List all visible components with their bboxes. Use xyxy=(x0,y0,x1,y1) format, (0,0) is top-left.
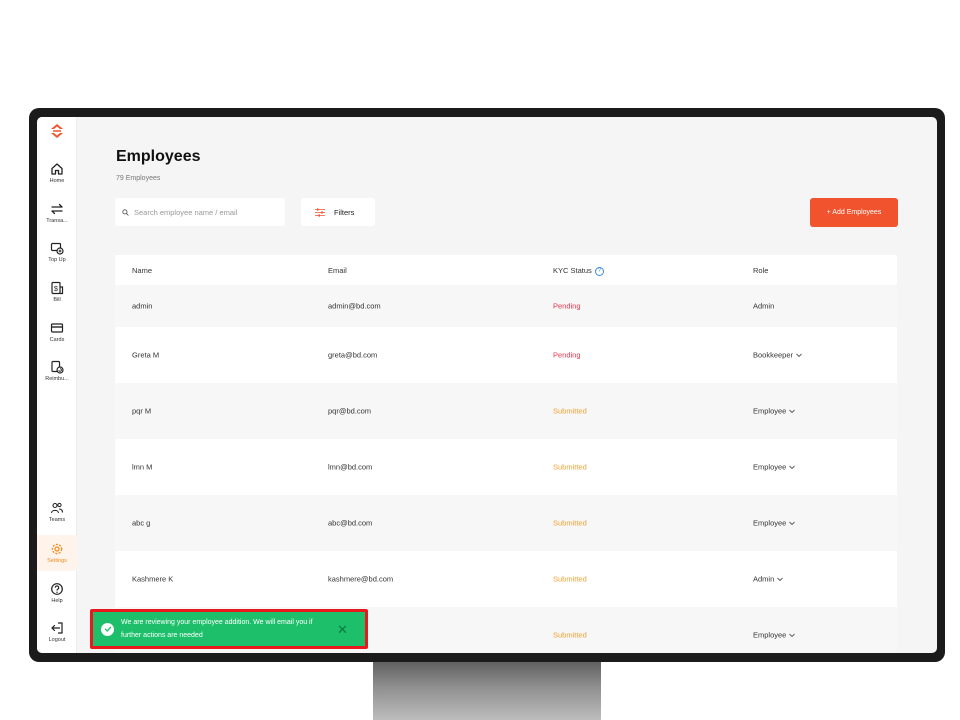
employee-name: Greta M xyxy=(132,350,160,360)
kyc-status-badge: Submitted xyxy=(553,518,587,528)
kyc-status-badge: Submitted xyxy=(553,630,587,640)
sidebar: Home Transa... Top Up $ Bill Cards Reimb… xyxy=(37,117,77,653)
employee-name: abc g xyxy=(132,518,151,528)
role-value: Employee xyxy=(753,462,787,472)
sidebar-item-label: Logout xyxy=(48,637,66,643)
column-header-role[interactable]: Role xyxy=(753,266,768,275)
sidebar-item-logout[interactable]: Logout xyxy=(37,614,77,650)
sidebar-item-label: Help xyxy=(51,598,63,604)
kyc-status-badge: Pending xyxy=(553,301,581,311)
sidebar-item-bill[interactable]: $ Bill xyxy=(37,274,77,310)
chevron-down-icon xyxy=(789,465,796,470)
column-header-kyc-status: KYC Status? xyxy=(553,266,604,276)
kyc-status-badge: Pending xyxy=(553,350,581,360)
topup-icon xyxy=(50,242,64,255)
chevron-down-icon xyxy=(789,521,796,526)
logout-icon xyxy=(51,622,63,634)
card-icon xyxy=(50,323,64,333)
role-value: Employee xyxy=(753,406,787,416)
employee-email: abc@bd.com xyxy=(328,518,373,528)
sidebar-item-help[interactable]: Help xyxy=(37,575,77,611)
sidebar-item-home[interactable]: Home xyxy=(37,155,77,191)
sidebar-item-label: Reimbu... xyxy=(45,376,69,382)
role-dropdown[interactable]: Employee xyxy=(753,462,796,472)
table-row[interactable]: Kashmere K kashmere@bd.com Submitted Adm… xyxy=(115,551,897,607)
employee-name: pqr M xyxy=(132,406,152,416)
kyc-status-badge: Submitted xyxy=(553,574,587,584)
help-icon xyxy=(51,583,63,595)
role-dropdown[interactable]: Employee xyxy=(753,406,796,416)
kyc-status-badge: Submitted xyxy=(553,462,587,472)
role-dropdown[interactable]: Bookkeeper xyxy=(753,351,802,360)
close-icon[interactable]: ✕ xyxy=(337,623,348,636)
employee-email: kashmere@bd.com xyxy=(328,574,394,584)
kyc-status-badge: Submitted xyxy=(553,406,587,416)
sidebar-item-label: Settings xyxy=(47,558,67,564)
sidebar-item-label: Top Up xyxy=(48,257,66,263)
home-icon xyxy=(51,163,63,175)
chevron-down-icon xyxy=(796,353,802,358)
toast-message: We are reviewing your employee addition.… xyxy=(121,619,313,639)
employee-name: Kashmere K xyxy=(132,574,174,584)
search-icon xyxy=(122,208,129,216)
sidebar-item-reimbursements[interactable]: Reimbu... xyxy=(37,353,77,389)
role-value: Employee xyxy=(753,518,787,528)
reimburse-icon xyxy=(51,360,64,374)
role-dropdown[interactable]: Employee xyxy=(753,630,796,640)
teams-icon xyxy=(50,502,64,514)
filters-label: Filters xyxy=(334,207,355,217)
search-box[interactable] xyxy=(115,198,285,226)
sidebar-item-label: Home xyxy=(49,178,65,184)
table-row[interactable]: abc g abc@bd.com Submitted Employee xyxy=(115,495,897,551)
svg-text:$: $ xyxy=(54,286,58,293)
sidebar-item-topup[interactable]: Top Up xyxy=(37,234,77,270)
sidebar-item-transactions[interactable]: Transa... xyxy=(37,195,77,231)
role-value: Employee xyxy=(753,630,787,640)
table-row[interactable]: pqr M pqr@bd.com Submitted Employee xyxy=(115,383,897,439)
employee-count: 79 Employees xyxy=(116,175,161,182)
monitor-stand xyxy=(373,660,601,720)
search-input[interactable] xyxy=(134,207,274,217)
sidebar-item-label: Bill xyxy=(53,297,61,303)
sidebar-item-settings[interactable]: Settings xyxy=(37,535,77,571)
employee-email: greta@bd.com xyxy=(328,350,378,360)
sidebar-item-label: Transa... xyxy=(46,218,68,224)
table-row[interactable]: admin admin@bd.com Pending Admin xyxy=(115,285,897,327)
toast-notification: We are reviewing your employee addition.… xyxy=(90,609,368,649)
brand-logo-icon[interactable] xyxy=(49,123,65,139)
employee-email: lmn@bd.com xyxy=(328,462,373,472)
sidebar-item-teams[interactable]: Teams xyxy=(37,494,77,530)
check-circle-icon xyxy=(101,622,114,636)
add-employees-button[interactable]: + Add Employees xyxy=(810,198,898,227)
table-header: Name Email KYC Status? Role xyxy=(115,255,897,285)
employee-email: admin@bd.com xyxy=(328,301,381,311)
chevron-down-icon xyxy=(789,409,796,414)
employee-role: Admin xyxy=(753,301,775,311)
employee-email: pqr@bd.com xyxy=(328,406,372,416)
sidebar-item-label: Teams xyxy=(48,517,66,523)
column-header-email[interactable]: Email xyxy=(328,266,347,275)
kyc-status-label: KYC Status xyxy=(553,266,592,275)
sidebar-item-cards[interactable]: Cards xyxy=(37,314,77,350)
role-dropdown[interactable]: Employee xyxy=(753,518,796,528)
kyc-help-icon[interactable]: ? xyxy=(594,266,604,276)
role-dropdown[interactable]: Admin xyxy=(753,574,784,584)
page-title: Employees xyxy=(116,148,201,165)
chevron-down-icon xyxy=(789,633,796,638)
chevron-down-icon xyxy=(777,577,784,582)
table-row[interactable]: lmn M lmn@bd.com Submitted Employee xyxy=(115,439,897,495)
transfer-icon xyxy=(51,203,63,215)
settings-icon xyxy=(51,543,63,555)
bill-icon: $ xyxy=(51,281,64,295)
table-row[interactable]: Greta M greta@bd.com Pending Bookkeeper xyxy=(115,327,897,383)
filters-button[interactable]: Filters xyxy=(301,198,375,226)
role-value: Bookkeeper xyxy=(753,350,794,360)
filter-sliders-icon xyxy=(315,207,325,217)
role-value: Admin xyxy=(753,574,775,584)
app-screen: Home Transa... Top Up $ Bill Cards Reimb… xyxy=(37,117,937,653)
employee-name: admin xyxy=(132,301,153,311)
employee-name: lmn M xyxy=(132,462,153,472)
column-header-name[interactable]: Name xyxy=(132,266,152,275)
sidebar-item-label: Cards xyxy=(49,337,65,343)
